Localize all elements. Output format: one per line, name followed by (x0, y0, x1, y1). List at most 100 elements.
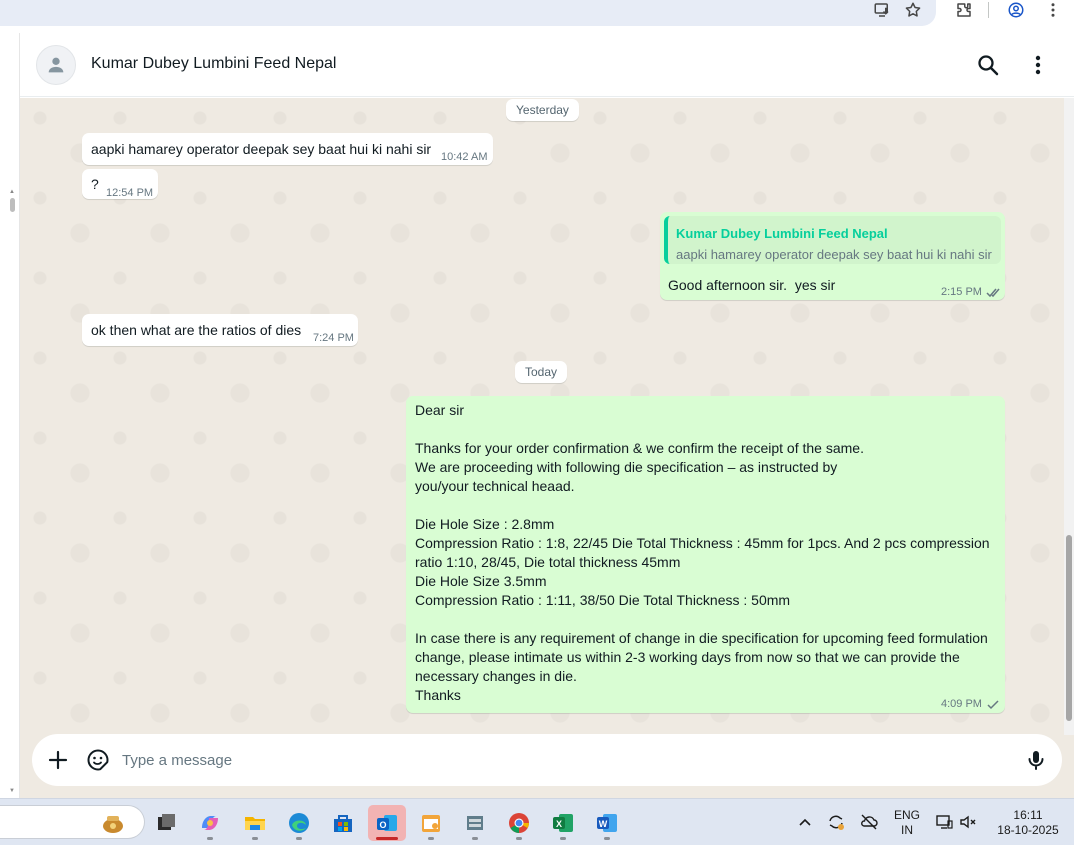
double-check-read-icon (986, 288, 1000, 298)
quoted-text: aapki hamarey operator deepak sey baat h… (676, 247, 992, 262)
single-check-sent-icon (987, 700, 999, 710)
extensions-puzzle-icon[interactable] (952, 0, 976, 20)
address-strip (0, 0, 936, 26)
message-time: 10:42 AM (441, 151, 488, 163)
message-line: Die Hole Size : 2.8mm (415, 516, 555, 532)
person-icon (48, 57, 64, 73)
bookmark-star-icon[interactable] (901, 0, 925, 20)
date-divider-yesterday: Yesterday (506, 99, 579, 121)
left-scroll-thumb[interactable] (10, 198, 15, 212)
message-line: Dear sir (415, 402, 465, 418)
message-line: ratio 1:10, 28/45, Die total thickness 4… (415, 554, 681, 570)
message-line: In case there is any requirement of chan… (415, 630, 988, 646)
message-input[interactable] (122, 748, 992, 772)
chrome-icon[interactable] (500, 805, 538, 841)
message-line: Thanks (415, 687, 461, 703)
scroll-down-arrow-icon[interactable]: ▼ (9, 788, 15, 794)
message-time: 12:54 PM (106, 187, 154, 199)
date-divider-today: Today (515, 361, 568, 383)
svg-text:W: W (599, 819, 608, 829)
running-indicator (472, 837, 478, 840)
cloud-offline-icon[interactable] (859, 812, 879, 832)
message-line (415, 420, 990, 439)
chat-messages-area[interactable]: Yesterday aapki hamarey operator deepak … (20, 98, 1074, 735)
browser-toolbar (0, 0, 1074, 33)
contact-avatar[interactable] (36, 45, 76, 85)
system-clock[interactable]: 16:11 18-10-2025 (988, 808, 1068, 838)
copilot-icon[interactable] (191, 805, 229, 841)
edge-browser-icon[interactable] (280, 805, 318, 841)
quoted-author: Kumar Dubey Lumbini Feed Nepal (676, 226, 888, 241)
clock-time: 16:11 (1013, 808, 1043, 822)
message-text: ok then what are the ratios of dies (91, 322, 302, 338)
outlook-calendar-icon[interactable] (412, 805, 450, 841)
profile-avatar-icon[interactable] (1004, 0, 1028, 20)
message-bubble-outgoing[interactable]: Kumar Dubey Lumbini Feed Nepal aapki ham… (660, 212, 1005, 300)
chevron-up-icon[interactable] (795, 812, 815, 832)
microsoft-store-icon[interactable] (324, 805, 362, 841)
running-indicator (428, 837, 434, 840)
message-line: change, please intimate us within 2-3 wo… (415, 649, 960, 665)
svg-text:O: O (379, 820, 386, 830)
message-text: Good afternoon sir. yes sir (668, 277, 836, 293)
message-text: ? (91, 176, 99, 192)
attach-plus-icon[interactable] (46, 748, 70, 772)
message-text: aapki hamarey operator deepak sey baat h… (91, 141, 432, 157)
clock-date: 18-10-2025 (997, 823, 1059, 837)
sync-status-icon[interactable] (826, 812, 846, 832)
message-bubble-incoming[interactable]: ok then what are the ratios of dies 7:24… (82, 314, 358, 346)
outlook-icon[interactable]: O (368, 805, 406, 841)
region-code: IN (901, 823, 913, 837)
running-indicator (604, 837, 610, 840)
message-composer (32, 734, 1062, 786)
message-line: necessary changes in die. (415, 668, 577, 684)
message-bubble-outgoing[interactable]: Dear sir Thanks for your order confirmat… (406, 396, 1005, 713)
excel-icon[interactable]: X (544, 805, 582, 841)
message-bubble-incoming[interactable]: aapki hamarey operator deepak sey baat h… (82, 133, 493, 165)
message-time: 7:24 PM (313, 332, 354, 344)
running-indicator (207, 837, 213, 840)
contact-name[interactable]: Kumar Dubey Lumbini Feed Nepal (91, 55, 336, 73)
chat-menu-icon[interactable] (1026, 53, 1050, 77)
message-line: We are proceeding with following die spe… (415, 459, 838, 475)
left-scrollbar[interactable]: ▲ ▼ (0, 33, 20, 798)
language-code: ENG (893, 808, 920, 822)
browser-menu-icon[interactable] (1041, 0, 1065, 20)
running-indicator (516, 837, 522, 840)
task-view-icon[interactable] (147, 805, 185, 841)
speaker-muted-icon[interactable] (958, 812, 978, 832)
chat-scroll-thumb[interactable] (1066, 535, 1072, 721)
running-indicator (376, 837, 398, 840)
running-indicator (252, 837, 258, 840)
search-icon[interactable] (976, 53, 1000, 77)
message-line: Thanks for your order confirmation & we … (415, 440, 864, 456)
toolbar-divider (988, 2, 989, 18)
message-line: Compression Ratio : 1:8, 22/45 Die Total… (415, 535, 990, 551)
windows-taskbar: O X W ENG IN 16:11 18-10-2025 (0, 798, 1074, 845)
message-line (415, 610, 990, 629)
svg-text:X: X (556, 819, 562, 829)
install-app-icon[interactable] (870, 0, 894, 20)
message-text: Dear sir Thanks for your order confirmat… (415, 401, 990, 705)
word-icon[interactable]: W (588, 805, 626, 841)
running-indicator (560, 837, 566, 840)
message-time: 2:15 PM (941, 286, 982, 298)
weather-widget-icon[interactable] (94, 805, 132, 841)
input-language-indicator[interactable]: ENG IN (893, 808, 921, 838)
message-bubble-incoming[interactable]: ? 12:54 PM (82, 169, 158, 199)
file-explorer-icon[interactable] (236, 805, 274, 841)
chat-header: Kumar Dubey Lumbini Feed Nepal (20, 33, 1074, 97)
network-display-icon[interactable] (934, 812, 954, 832)
scroll-up-arrow-icon[interactable]: ▲ (9, 189, 15, 195)
message-line: Die Hole Size 3.5mm (415, 573, 547, 589)
message-line (415, 496, 990, 515)
microphone-icon[interactable] (1024, 748, 1048, 772)
file-manager-icon[interactable] (456, 805, 494, 841)
message-line: Compression Ratio : 1:11, 38/50 Die Tota… (415, 592, 791, 608)
message-line: you/your technical heaad. (415, 478, 575, 494)
sticker-emoji-icon[interactable] (86, 748, 110, 772)
quoted-message[interactable]: Kumar Dubey Lumbini Feed Nepal aapki ham… (664, 216, 1001, 264)
message-time: 4:09 PM (941, 698, 982, 710)
chat-scrollbar[interactable] (1064, 98, 1074, 735)
running-indicator (296, 837, 302, 840)
